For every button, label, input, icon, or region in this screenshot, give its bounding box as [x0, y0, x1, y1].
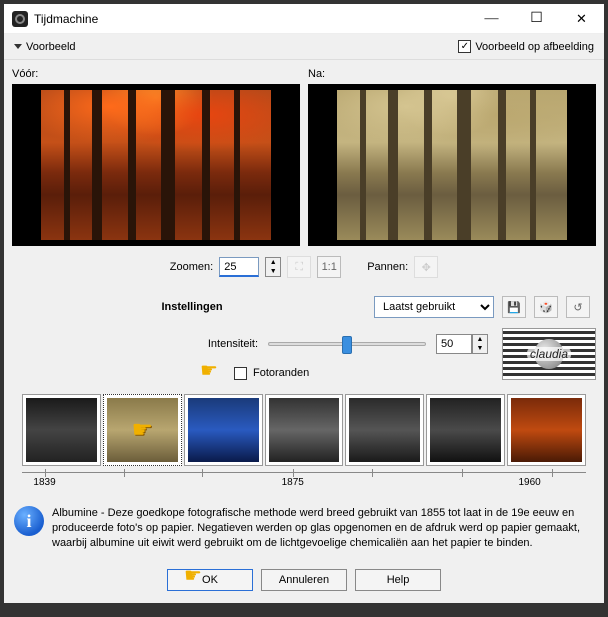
intensity-spinner[interactable]: ▲▼ — [472, 334, 488, 354]
preview-dropdown[interactable]: Voorbeeld — [14, 40, 76, 53]
reset-icon: ↺ — [573, 301, 582, 314]
thumb-1839[interactable] — [22, 394, 101, 466]
preview-dropdown-label: Voorbeeld — [26, 41, 76, 53]
titlebar: Tijdmachine — ☐ ✕ — [4, 4, 604, 34]
before-label: Vóór: — [12, 68, 300, 80]
zoom-spinner[interactable]: ▲▼ — [265, 257, 281, 277]
year-1875: 1875 — [282, 477, 304, 488]
zoom-label: Zoomen: — [170, 261, 213, 273]
intensity-label: Intensiteit: — [18, 338, 258, 350]
year-1960: 1960 — [518, 477, 540, 488]
check-icon: ✓ — [458, 40, 471, 53]
fit-icon: ⛶ — [295, 261, 303, 274]
preview-on-image-label: Voorbeeld op afbeelding — [475, 41, 594, 53]
window-title: Tijdmachine — [34, 12, 469, 26]
logo-text: claudia — [527, 347, 571, 361]
slider-thumb[interactable] — [342, 336, 352, 354]
zoom-input[interactable] — [219, 257, 259, 277]
pointer-icon — [184, 569, 212, 587]
pointer-icon — [200, 364, 228, 382]
dice-icon: 🎲 — [539, 301, 553, 314]
pan-button[interactable]: ✥ — [414, 256, 438, 278]
thumb-albumine[interactable]: ☛ — [103, 394, 182, 466]
fotoranden-checkbox[interactable] — [234, 367, 247, 380]
fotoranden-label: Fotoranden — [253, 367, 309, 379]
effect-thumbnails: ☛ — [12, 394, 596, 466]
app-icon — [12, 11, 28, 27]
logo: claudia — [502, 328, 596, 380]
after-preview[interactable] — [308, 84, 596, 246]
toolbar: Voorbeeld ✓ Voorbeeld op afbeelding — [4, 34, 604, 60]
info-text: Albumine - Deze goedkope fotografische m… — [52, 506, 594, 551]
close-button[interactable]: ✕ — [559, 4, 604, 33]
intensity-input[interactable] — [436, 334, 472, 354]
thumb-color[interactable] — [507, 394, 586, 466]
maximize-button[interactable]: ☐ — [514, 4, 559, 33]
timeline: 1839 1875 1960 — [22, 472, 586, 492]
zoom-actual-button[interactable]: 1:1 — [317, 256, 341, 278]
after-label: Na: — [308, 68, 596, 80]
year-1839: 1839 — [33, 477, 55, 488]
thumb-cyanotype[interactable] — [184, 394, 263, 466]
actual-size-label: 1:1 — [322, 261, 337, 273]
info-icon: i — [14, 506, 44, 536]
thumb-bw-early[interactable] — [345, 394, 424, 466]
help-button[interactable]: Help — [355, 569, 441, 591]
pointer-icon: ☛ — [132, 416, 154, 445]
pan-label: Pannen: — [367, 261, 408, 273]
settings-label: Instellingen — [18, 301, 366, 313]
minimize-button[interactable]: — — [469, 4, 514, 33]
save-preset-button[interactable]: 💾 — [502, 296, 526, 318]
cancel-button[interactable]: Annuleren — [261, 569, 347, 591]
random-button[interactable]: 🎲 — [534, 296, 558, 318]
floppy-icon: 💾 — [507, 301, 521, 314]
preset-select[interactable]: Laatst gebruikt — [374, 296, 494, 318]
move-icon: ✥ — [422, 261, 431, 274]
before-preview[interactable] — [12, 84, 300, 246]
preview-on-image-checkbox[interactable]: ✓ Voorbeeld op afbeelding — [458, 40, 594, 53]
reset-button[interactable]: ↺ — [566, 296, 590, 318]
thumb-bw-modern[interactable] — [426, 394, 505, 466]
intensity-slider[interactable] — [268, 342, 426, 346]
zoom-fit-button[interactable]: ⛶ — [287, 256, 311, 278]
thumb-platinum[interactable] — [265, 394, 344, 466]
dialog-window: Tijdmachine — ☐ ✕ Voorbeeld ✓ Voorbeeld … — [3, 3, 605, 604]
